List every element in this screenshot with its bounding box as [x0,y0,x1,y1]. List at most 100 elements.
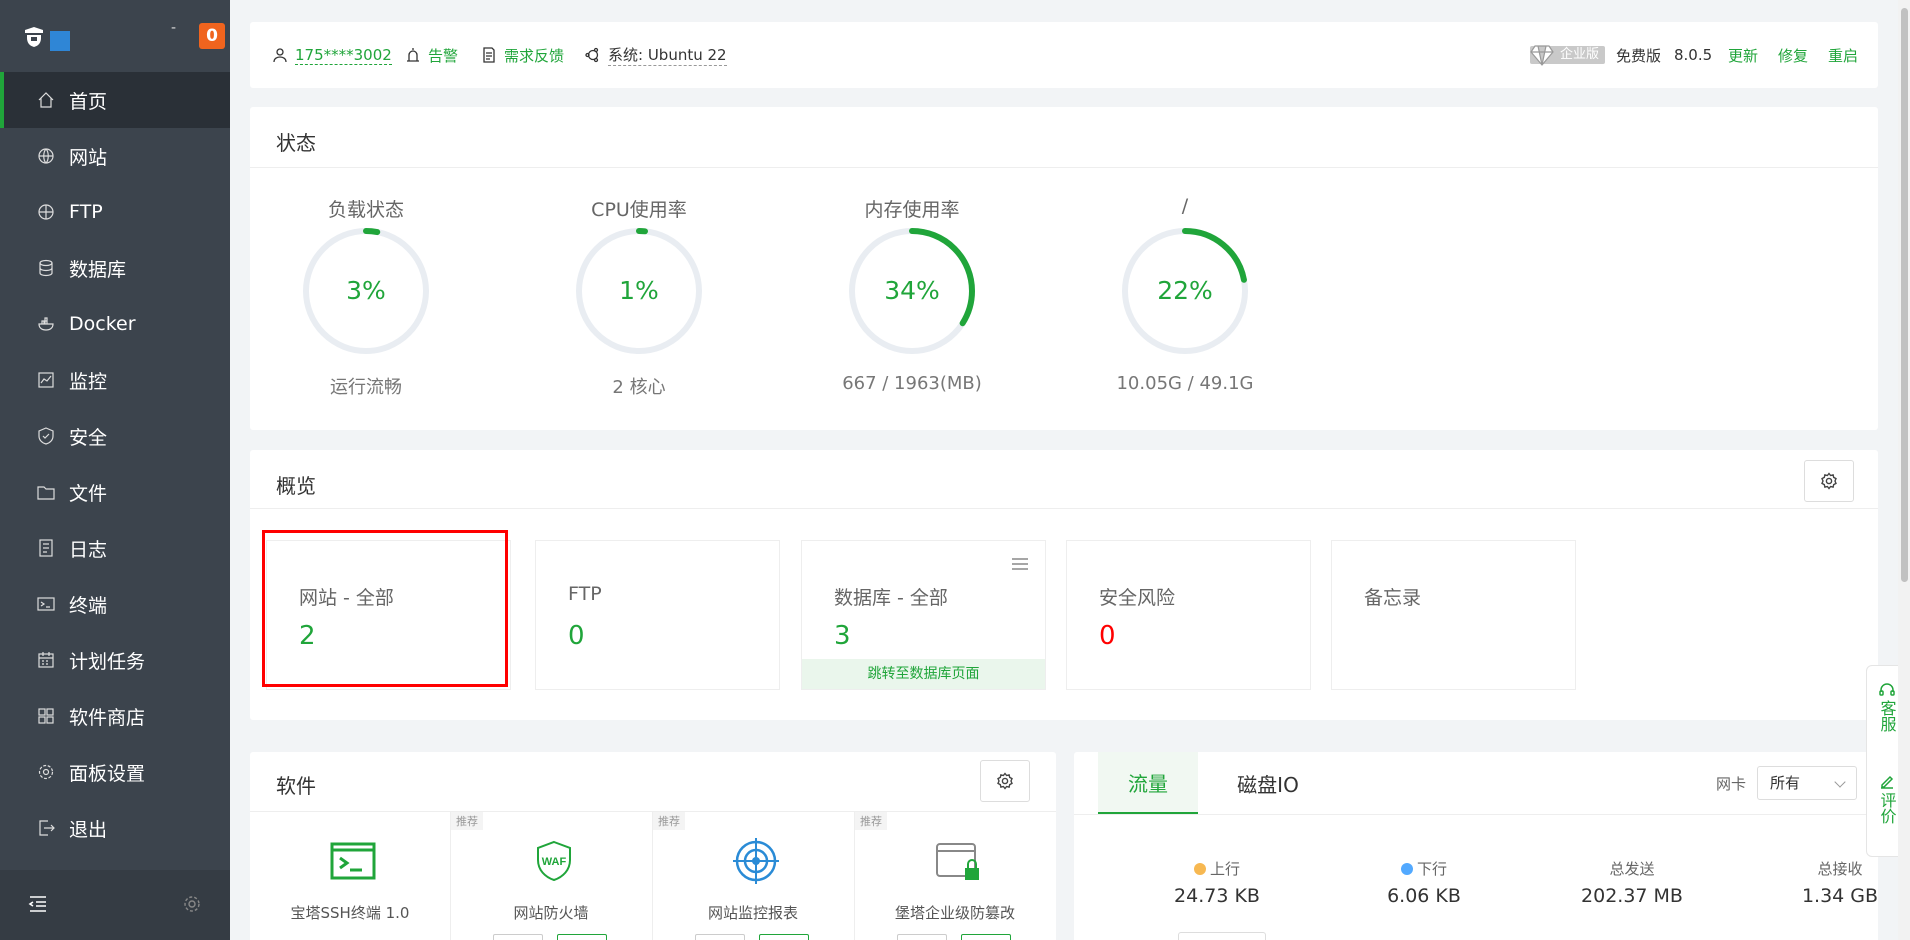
gauge-label: 内存使用率 [864,199,960,221]
chart-control[interactable] [1178,932,1266,940]
software-icon [733,838,779,884]
alarm-link[interactable]: 告警 [405,22,458,88]
overview-box-0[interactable]: 网站 - 全部 2 [266,540,511,690]
overview-value: 0 [1099,621,1116,651]
nic-select[interactable]: 所有 [1757,766,1857,800]
traffic-stat-value: 24.73 KB [1174,885,1260,907]
restart-link[interactable]: 重启 [1828,22,1858,88]
software-title: 软件 [276,774,316,798]
review-label: 评价 [1877,792,1897,824]
software-icon [936,843,979,880]
tab-traffic[interactable]: 流量 [1098,752,1198,814]
software-action-button[interactable] [695,934,745,940]
sidebar-item-2[interactable]: FTP [0,184,230,240]
feedback-label[interactable]: 需求反馈 [504,45,564,66]
sidebar-item-label: FTP [69,201,103,223]
overview-settings-button[interactable] [1804,460,1854,502]
sidebar-item-label: 面板设置 [69,762,146,785]
ftp-icon [38,204,54,220]
overview-box-3[interactable]: 安全风险 0 [1066,540,1311,690]
sidebar: - 0 首页 网站 FTP 数据库 Docker 监控 安全 文件 日志 终端 计划任务 软件商店 面板… [0,0,230,940]
log-icon [39,539,53,557]
free-edition: 免费版 [1616,46,1662,65]
scroll-thumb[interactable] [1901,8,1908,582]
traffic-stat-label-row: 上行 [1117,858,1317,879]
feedback-icon [483,47,495,63]
gauge-label: 负载状态 [327,199,404,221]
calendar-icon [38,652,54,668]
jump-database-link[interactable]: 跳转至数据库页面 [802,659,1045,689]
sidebar-item-5[interactable]: 监控 [0,352,230,408]
overview-label: 安全风险 [1099,587,1176,609]
sidebar-item-12[interactable]: 面板设置 [0,744,230,800]
sidebar-item-label: 计划任务 [69,650,146,673]
overview-box-1[interactable]: FTP 0 [535,540,780,690]
software-action-button[interactable] [557,934,607,940]
repair-link[interactable]: 修复 [1778,22,1808,88]
system-info[interactable]: 系统: Ubuntu 22 [585,22,727,88]
sidebar-item-13[interactable]: 退出 [0,800,230,856]
traffic-stat-1: 下行 6.06 KB [1324,858,1524,907]
overview-value: 3 [834,621,851,651]
overview-box-2[interactable]: 数据库 - 全部 3 跳转至数据库页面 [801,540,1046,690]
gauge-sub: 10.05G / 49.1G [1116,373,1254,394]
software-action-button[interactable] [897,934,947,940]
docker-icon [38,317,54,331]
sidebar-item-6[interactable]: 安全 [0,408,230,464]
sidebar-item-7[interactable]: 文件 [0,464,230,520]
overview-label: FTP [568,583,602,605]
software-action-button[interactable] [961,934,1011,940]
system-label[interactable]: 系统: Ubuntu 22 [608,44,727,66]
notification-badge[interactable]: 0 [199,23,225,49]
gauge-2[interactable]: 内存使用率 34% 667 / 1963(MB) [812,107,1012,430]
software-action-button[interactable] [493,934,543,940]
sidebar-item-label: 退出 [69,818,108,841]
gauge-3[interactable]: / 22% 10.05G / 49.1G [1085,107,1285,430]
software-name: 网站监控报表 [707,904,798,922]
service-label: 客服 [1877,700,1897,732]
gauge-sub: 运行流畅 [330,377,402,398]
software-item-1[interactable]: 推荐 WAF 网站防火墙 [450,812,650,940]
gear-icon[interactable] [183,895,201,913]
sidebar-item-10[interactable]: 计划任务 [0,632,230,688]
divider [250,508,1878,509]
overview-panel: 概览 网站 - 全部 2 FTP 0 数据库 - 全部 3 跳转至数据库页面 安全风险 0 备忘录 [250,450,1878,720]
collapse-icon[interactable] [28,895,48,913]
traffic-stat-label: 总发送 [1609,860,1655,878]
user-phone[interactable]: 175****3002 [295,46,392,65]
database-icon [39,259,53,277]
feedback-link[interactable]: 需求反馈 [481,22,564,88]
logo-icon [25,27,43,47]
sidebar-item-9[interactable]: 终端 [0,576,230,632]
sidebar-item-8[interactable]: 日志 [0,520,230,576]
user-icon [273,48,287,63]
sidebar-item-label: Docker [69,313,136,335]
traffic-stat-label: 总接收 [1817,860,1863,878]
software-item-2[interactable]: 推荐 网站监控报表 [652,812,852,940]
scrollbar[interactable] [1898,0,1910,940]
software-item-3[interactable]: 推荐 堡塔企业级防篡改 [854,812,1054,940]
sidebar-item-4[interactable]: Docker [0,296,230,352]
software-item-0[interactable]: 宝塔SSH终端 1.0 [250,812,450,940]
nic-label: 网卡 [1716,775,1747,793]
software-action-button[interactable] [759,934,809,940]
software-name: 宝塔SSH终端 1.0 [290,904,410,922]
overview-box-4[interactable]: 备忘录 [1331,540,1576,690]
terminal-icon [37,597,55,611]
sidebar-item-0[interactable]: 首页 [0,72,230,128]
update-link[interactable]: 更新 [1728,22,1758,88]
sidebar-item-label: 首页 [69,90,108,113]
sidebar-item-3[interactable]: 数据库 [0,240,230,296]
alarm-label[interactable]: 告警 [428,45,458,66]
ubuntu-icon [585,47,599,63]
sidebar-item-1[interactable]: 网站 [0,128,230,184]
gauge-0[interactable]: 负载状态 3% 运行流畅 [266,107,466,430]
software-settings-button[interactable] [980,760,1030,802]
tab-disk-io[interactable]: 磁盘IO [1198,752,1338,814]
user-account[interactable]: 175****3002 [272,22,392,88]
menu-icon[interactable] [1011,557,1029,571]
sidebar-item-11[interactable]: 软件商店 [0,688,230,744]
gauge-1[interactable]: CPU使用率 1% 2 核心 [539,107,739,430]
alarm-icon [407,48,419,62]
gauge-value: 22% [1157,276,1213,305]
